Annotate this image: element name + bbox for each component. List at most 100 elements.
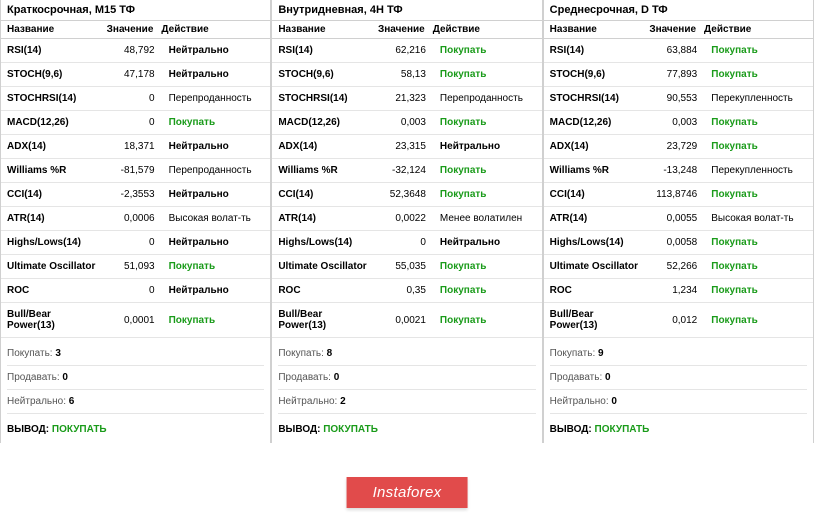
indicator-action: Нейтрально [434,135,542,159]
indicator-action: Перекупленность [705,87,813,111]
header-name: Название [278,24,376,35]
panel-title: Внутридневная, 4H ТФ [272,0,541,21]
header-name: Название [7,24,105,35]
indicator-action: Покупать [705,303,813,338]
indicator-action: Покупать [705,255,813,279]
indicator-name: STOCH(9,6) [544,63,646,87]
indicator-value: 0 [103,111,162,135]
indicator-name: ROC [1,279,103,303]
panel-intraday: Внутридневная, 4H ТФ Название Значение Д… [271,0,542,443]
indicator-action: Перепроданность [163,159,271,183]
header-action: Действие [161,24,264,35]
indicator-name: ADX(14) [544,135,646,159]
table-row: STOCHRSI(14)21,323Перепроданность [272,87,541,111]
indicators-table: RSI(14)48,792НейтральноSTOCH(9,6)47,178Н… [1,39,270,338]
conclusion-value: ПОКУПАТЬ [52,424,107,435]
indicator-name: Ultimate Oscillator [272,255,374,279]
indicator-value: 48,792 [103,39,162,63]
indicator-action: Покупать [434,279,542,303]
table-row: ROC0,35Покупать [272,279,541,303]
table-header: Название Значение Действие [544,21,813,39]
indicator-value: 52,266 [646,255,705,279]
summary-block: Покупать: 8 Продавать: 0 Нейтрально: 2 [272,338,541,418]
table-row: MACD(12,26)0,003Покупать [544,111,813,135]
table-row: Highs/Lows(14)0Нейтрально [1,231,270,255]
table-header: Название Значение Действие [272,21,541,39]
table-row: Bull/Bear Power(13)0,0021Покупать [272,303,541,338]
indicator-action: Покупать [434,63,542,87]
indicator-action: Перекупленность [705,159,813,183]
summary-buy: Покупать: 8 [278,342,535,366]
indicator-value: 0,0001 [103,303,162,338]
indicator-value: -2,3553 [103,183,162,207]
summary-neutral: Нейтрально: 2 [278,390,535,414]
indicator-name: MACD(12,26) [1,111,103,135]
indicator-action: Покупать [705,231,813,255]
header-value: Значение [647,24,704,35]
indicator-action: Покупать [434,39,542,63]
indicator-value: 62,216 [375,39,434,63]
indicator-name: STOCHRSI(14) [272,87,374,111]
indicator-action: Покупать [163,111,271,135]
indicator-value: 0 [375,231,434,255]
table-row: ATR(14)0,0022Менее волатилен [272,207,541,231]
table-row: MACD(12,26)0,003Покупать [272,111,541,135]
indicator-value: 51,093 [103,255,162,279]
indicator-name: STOCH(9,6) [1,63,103,87]
table-row: STOCH(9,6)47,178Нейтрально [1,63,270,87]
conclusion-row: ВЫВОД: ПОКУПАТЬ [272,418,541,443]
indicator-name: Bull/Bear Power(13) [544,303,646,338]
indicator-name: ROC [272,279,374,303]
indicator-value: 23,315 [375,135,434,159]
indicator-value: 58,13 [375,63,434,87]
indicator-value: 0,0058 [646,231,705,255]
indicators-table: RSI(14)62,216ПокупатьSTOCH(9,6)58,13Поку… [272,39,541,338]
indicator-name: RSI(14) [272,39,374,63]
table-row: STOCHRSI(14)90,553Перекупленность [544,87,813,111]
indicator-name: ATR(14) [1,207,103,231]
indicator-action: Нейтрально [163,183,271,207]
summary-sell: Продавать: 0 [278,366,535,390]
indicator-value: 18,371 [103,135,162,159]
conclusion-row: ВЫВОД: ПОКУПАТЬ [544,418,813,443]
indicator-value: 113,8746 [646,183,705,207]
indicator-name: MACD(12,26) [272,111,374,135]
indicator-value: 47,178 [103,63,162,87]
indicator-value: 0 [103,87,162,111]
indicator-action: Нейтрально [163,39,271,63]
table-row: CCI(14)-2,3553Нейтрально [1,183,270,207]
indicator-action: Покупать [705,63,813,87]
indicator-action: Покупать [705,135,813,159]
table-row: Highs/Lows(14)0Нейтрально [272,231,541,255]
header-value: Значение [376,24,433,35]
indicator-value: 0,003 [646,111,705,135]
table-row: Highs/Lows(14)0,0058Покупать [544,231,813,255]
table-row: Bull/Bear Power(13)0,012Покупать [544,303,813,338]
summary-block: Покупать: 3 Продавать: 0 Нейтрально: 6 [1,338,270,418]
table-row: ROC1,234Покупать [544,279,813,303]
panels-container: Краткосрочная, M15 ТФ Название Значение … [0,0,814,443]
indicator-value: 0,35 [375,279,434,303]
summary-block: Покупать: 9 Продавать: 0 Нейтрально: 0 [544,338,813,418]
table-row: STOCH(9,6)58,13Покупать [272,63,541,87]
table-row: Williams %R-32,124Покупать [272,159,541,183]
indicator-name: Ultimate Oscillator [1,255,103,279]
indicator-name: Williams %R [1,159,103,183]
indicator-name: CCI(14) [1,183,103,207]
indicator-value: 77,893 [646,63,705,87]
indicator-value: 63,884 [646,39,705,63]
indicator-action: Перепроданность [163,87,271,111]
indicator-value: 0,003 [375,111,434,135]
indicator-name: Highs/Lows(14) [272,231,374,255]
indicator-name: ADX(14) [272,135,374,159]
indicator-action: Нейтрально [163,135,271,159]
indicator-value: 23,729 [646,135,705,159]
conclusion-value: ПОКУПАТЬ [595,424,650,435]
indicator-action: Покупать [434,303,542,338]
summary-sell: Продавать: 0 [7,366,264,390]
conclusion-row: ВЫВОД: ПОКУПАТЬ [1,418,270,443]
indicator-action: Покупать [434,183,542,207]
table-row: ATR(14)0,0055Высокая волат-ть [544,207,813,231]
indicators-table: RSI(14)63,884ПокупатьSTOCH(9,6)77,893Пок… [544,39,813,338]
indicator-action: Покупать [163,303,271,338]
